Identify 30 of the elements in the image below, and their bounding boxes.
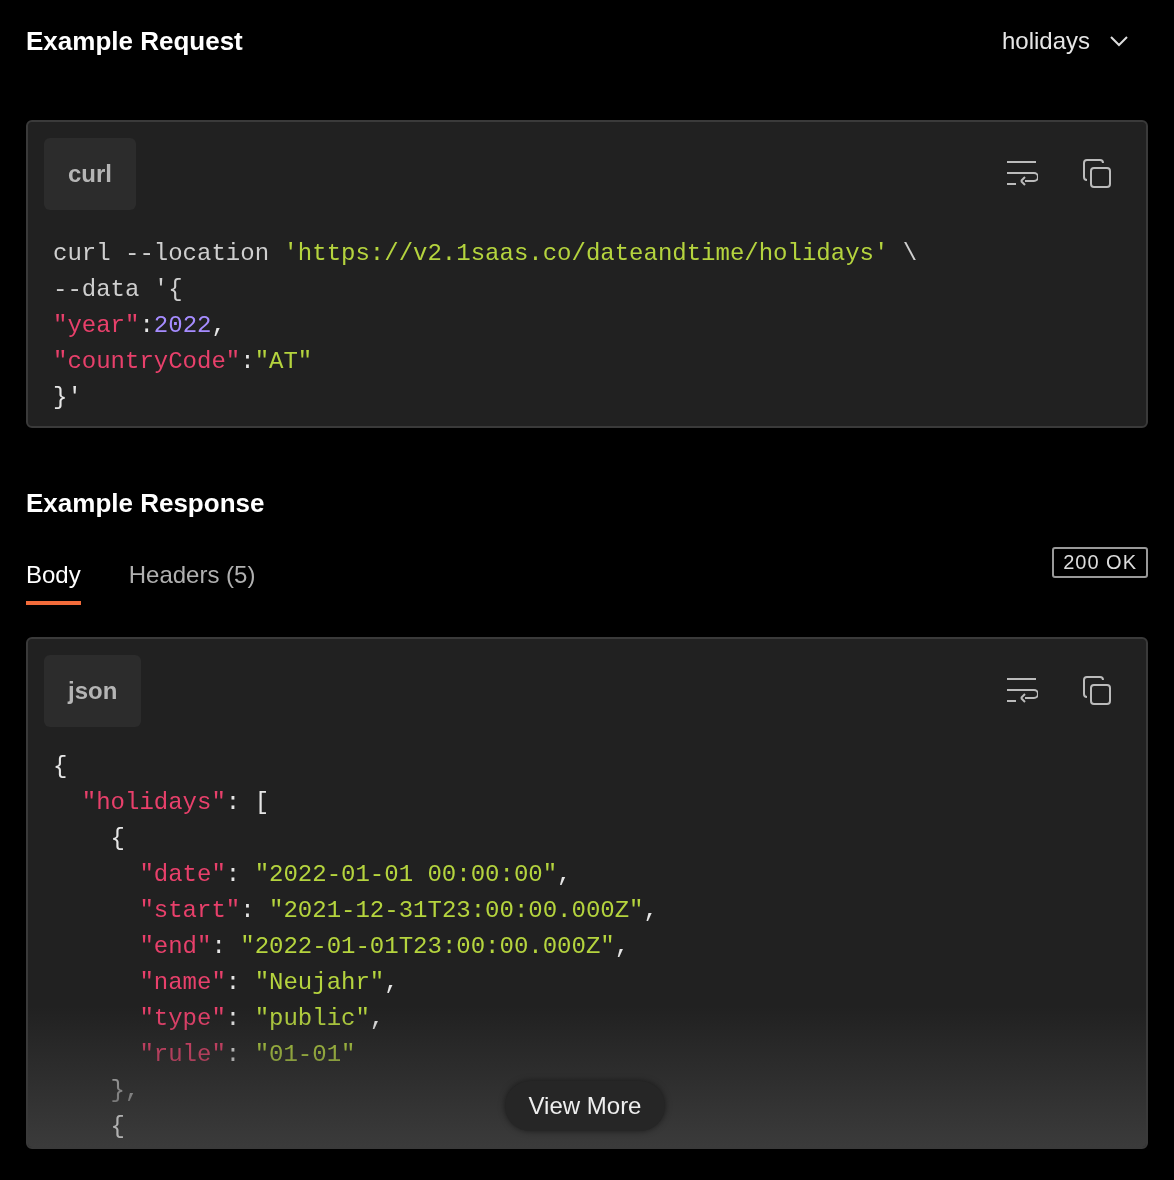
code-line: "name": "Neujahr", — [138, 968, 399, 998]
code-line: curl --location 'https://v2.1saas.co/dateandtime/holidays' \ — [53, 239, 918, 269]
status-badge: 200 OK — [1052, 547, 1148, 578]
code-line: }, — [109, 1076, 140, 1106]
code-line: "holidays": [ — [80, 788, 270, 818]
code-line: "countryCode":"AT" — [53, 347, 313, 377]
section-title: Example Response — [26, 487, 266, 520]
wrap-lines-icon[interactable] — [1006, 160, 1038, 188]
code-line: "rule": "01-01" — [138, 1040, 356, 1070]
code-line: "date": "2022-01-01 00:00:00", — [138, 860, 572, 890]
copy-icon[interactable] — [1082, 159, 1112, 189]
chevron-down-icon — [1110, 35, 1128, 47]
code-line: }' — [53, 383, 82, 413]
code-line: { — [109, 824, 125, 854]
view-more-button[interactable]: View More — [504, 1081, 666, 1131]
tab[interactable]: Body — [26, 561, 81, 605]
section-title: Example Request — [26, 24, 243, 58]
copy-icon[interactable] — [1082, 676, 1112, 706]
wrap-lines-icon[interactable] — [1006, 677, 1038, 705]
code-line: "year":2022, — [53, 311, 226, 341]
language-tab[interactable]: curl — [44, 138, 136, 210]
tab[interactable]: Headers (5) — [128, 561, 256, 605]
code-line: "start": "2021-12-31T23:00:00.000Z", — [138, 896, 658, 926]
code-line: { — [109, 1112, 125, 1142]
code-line: "end": "2022-01-01T23:00:00.000Z", — [138, 932, 630, 962]
code-line: "type": "public", — [138, 1004, 385, 1034]
code-line: { — [53, 752, 68, 782]
endpoint-dropdown[interactable]: holidays — [1001, 23, 1128, 59]
code-line: --data '{ — [53, 275, 183, 305]
language-tab[interactable]: json — [44, 655, 142, 727]
